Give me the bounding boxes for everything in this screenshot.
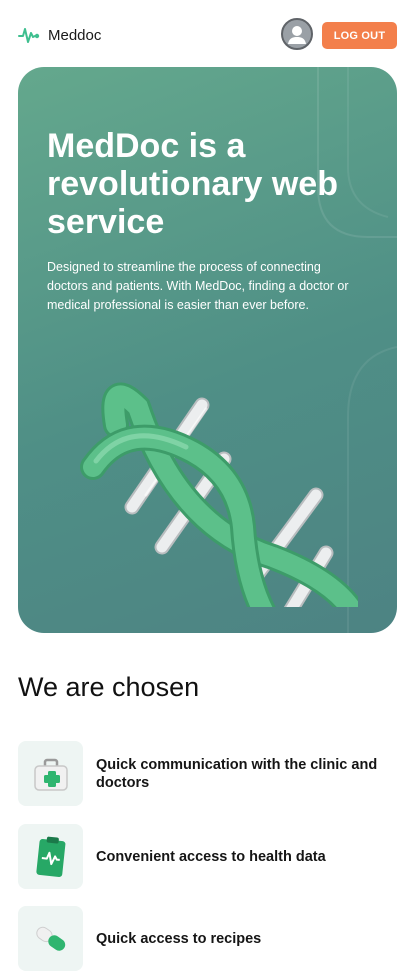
feature-item: Quick communication with the clinic and … (18, 741, 397, 806)
first-aid-kit-icon (33, 758, 68, 791)
hero-banner: MedDoc is a revolutionary web service De… (18, 67, 397, 633)
logout-button[interactable]: LOG OUT (322, 22, 397, 49)
feature-icon-box (18, 741, 83, 806)
section-title: We are chosen (18, 672, 200, 702)
logo[interactable]: Meddoc (18, 24, 101, 46)
hero-description: Designed to streamline the process of co… (47, 260, 349, 312)
feature-label: Quick access to recipes (96, 930, 262, 947)
pill-capsule-icon (35, 926, 65, 951)
logo-text: Meddoc (48, 26, 102, 44)
avatar[interactable] (281, 18, 313, 50)
feature-item: Convenient access to health data (18, 824, 397, 889)
feature-icon-box (18, 906, 83, 971)
feature-item: Quick access to recipes (18, 906, 397, 971)
hero-title: MedDoc is a revolutionary web service (47, 127, 338, 241)
feature-label: Quick communication with the clinic and … (96, 756, 378, 791)
health-clipboard-icon (35, 836, 65, 877)
feature-label: Convenient access to health data (96, 848, 326, 865)
feature-icon-box (18, 824, 83, 889)
user-icon (288, 26, 306, 44)
dna-helix-illustration (80, 382, 358, 607)
pulse-logo-icon (18, 28, 40, 43)
app-header: Meddoc LOG OUT (0, 0, 415, 70)
